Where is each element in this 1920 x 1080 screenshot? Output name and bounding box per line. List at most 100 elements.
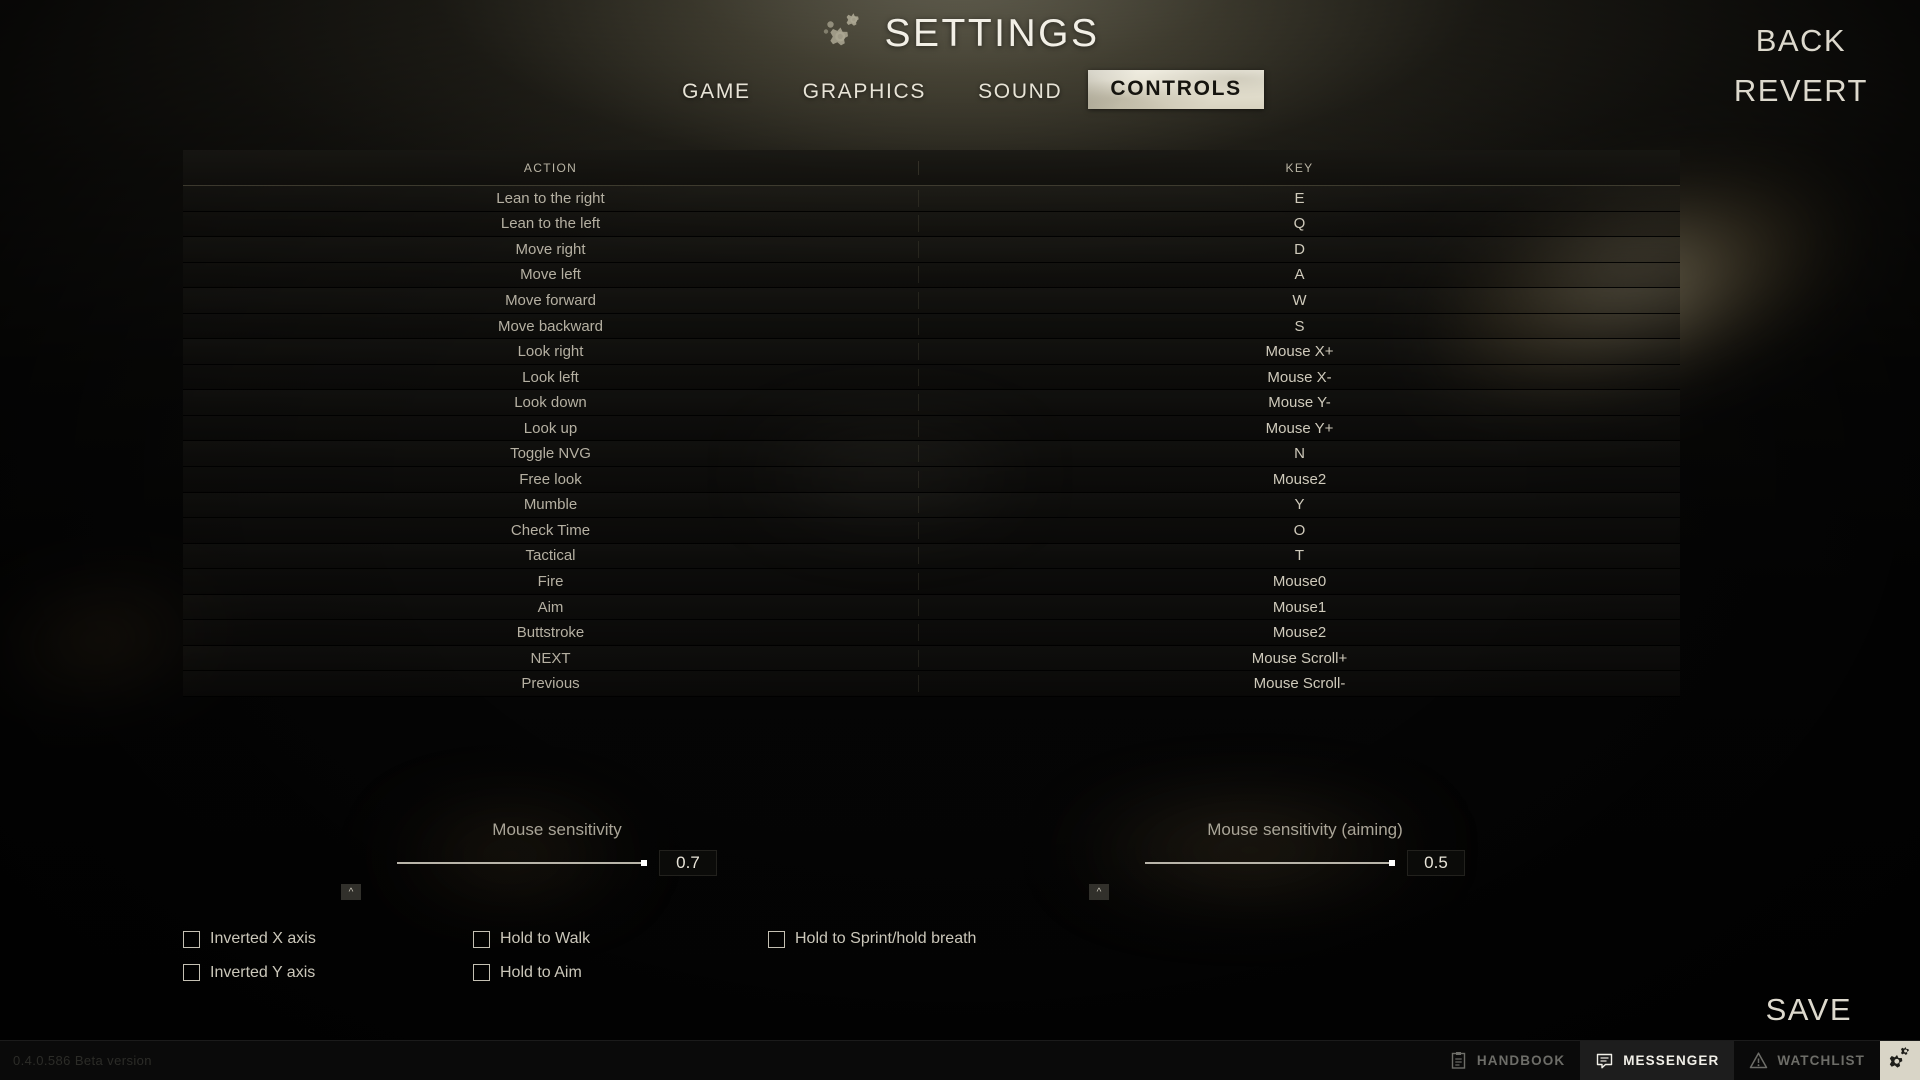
checkbox-hold-to-sprint[interactable]: Hold to Sprint/hold breath — [768, 930, 976, 948]
keybind-key-cell[interactable]: E — [918, 189, 1680, 207]
table-row[interactable]: Lean to the right E — [183, 186, 1680, 212]
taskbar-settings-button[interactable] — [1880, 1040, 1920, 1080]
checkbox-label: Hold to Aim — [500, 963, 582, 981]
slider-value-mouse-sensitivity[interactable]: 0.7 — [659, 850, 717, 876]
table-row[interactable]: Toggle NVG N — [183, 441, 1680, 468]
keybind-action-cell: Toggle NVG — [510, 445, 591, 463]
keybind-action-cell: Look left — [522, 368, 579, 386]
gears-icon — [820, 11, 868, 57]
table-row[interactable]: Look right Mouse X+ — [183, 339, 1680, 365]
page-title: SETTINGS — [884, 12, 1100, 55]
keybind-action-cell: Free look — [519, 470, 582, 488]
slider-track-mouse-sensitivity-aiming[interactable] — [1145, 860, 1395, 866]
checkbox-label: Hold to Sprint/hold breath — [795, 930, 977, 947]
keybind-key-cell[interactable]: Y — [918, 496, 1680, 514]
taskbar-item-messenger[interactable]: MESSENGER — [1580, 1040, 1735, 1080]
checkbox-inverted-x-axis[interactable]: Inverted X axis — [183, 930, 316, 948]
sensitivity-sliders: Mouse sensitivity 0.7 ^ Mouse sensitivit… — [183, 820, 1680, 900]
keybind-action-cell: Look down — [514, 394, 587, 412]
slider-caret-mouse-sensitivity[interactable]: ^ — [341, 884, 361, 900]
checkbox-inverted-y-axis[interactable]: Inverted Y axis — [183, 964, 315, 982]
tab-controls[interactable]: CONTROLS — [1088, 70, 1263, 109]
table-row[interactable]: NEXT Mouse Scroll+ — [183, 645, 1680, 672]
keybind-key-cell[interactable]: Mouse0 — [918, 572, 1680, 590]
keybind-key-cell[interactable]: Mouse2 — [918, 624, 1680, 642]
table-row[interactable]: Buttstroke Mouse2 — [183, 620, 1680, 646]
keybind-key-cell[interactable]: D — [918, 240, 1680, 258]
table-row[interactable]: Previous Mouse Scroll- — [183, 671, 1680, 697]
title-row: SETTINGS — [0, 6, 1920, 62]
table-row[interactable]: Aim Mouse1 — [183, 594, 1680, 621]
slider-row-mouse-sensitivity-aiming: 0.5 — [931, 850, 1679, 876]
keybind-key-cell[interactable]: Mouse X- — [918, 368, 1680, 386]
taskbar-item-handbook[interactable]: HANDBOOK — [1434, 1041, 1580, 1080]
table-row[interactable]: Move backward S — [183, 313, 1680, 340]
slider-knob-mouse-sensitivity[interactable] — [641, 860, 647, 866]
table-row[interactable]: Fire Mouse0 — [183, 569, 1680, 595]
checkbox-label: Inverted Y axis — [210, 963, 316, 981]
tab-graphics[interactable]: GRAPHICS — [777, 74, 952, 110]
checkbox-box-icon — [183, 930, 200, 948]
table-row[interactable]: Mumble Y — [183, 492, 1680, 519]
slider-group-mouse-sensitivity: Mouse sensitivity 0.7 ^ — [183, 820, 931, 900]
table-body[interactable]: Lean to the right E Lean to the left Q Move … — [183, 186, 1680, 697]
table-row[interactable]: Move left A — [183, 262, 1680, 289]
checkbox-row-2: Inverted Y axis Hold to Aim — [183, 964, 1083, 987]
keybind-key-cell[interactable]: Mouse2 — [918, 470, 1680, 488]
keybind-action-cell: Lean to the left — [500, 215, 601, 233]
settings-tabs: GAME GRAPHICS SOUND CONTROLS — [0, 72, 1920, 111]
table-row[interactable]: Move forward W — [183, 288, 1680, 314]
warning-triangle-icon — [1749, 1051, 1768, 1070]
keybind-action-cell: Lean to the right — [496, 189, 605, 207]
keybind-key-cell[interactable]: Mouse Y- — [918, 394, 1680, 412]
table-row[interactable]: Check Time O — [183, 518, 1680, 544]
keybind-key-cell[interactable]: Mouse X+ — [918, 343, 1680, 361]
table-row[interactable]: Move right D — [183, 237, 1680, 263]
checkbox-hold-to-aim[interactable]: Hold to Aim — [473, 964, 582, 982]
checkbox-row-1: Inverted X axis Hold to Walk Hold to Spr… — [183, 930, 1083, 953]
control-options: Inverted X axis Hold to Walk Hold to Spr… — [183, 930, 1083, 997]
table-row[interactable]: Look left Mouse X- — [183, 364, 1680, 391]
slider-caret-mouse-sensitivity-aiming[interactable]: ^ — [1089, 884, 1109, 900]
keybind-key-cell[interactable]: Mouse Scroll- — [918, 675, 1680, 693]
tab-game[interactable]: GAME — [656, 74, 777, 110]
checkbox-box-icon — [768, 930, 785, 948]
keybind-key-cell[interactable]: W — [918, 291, 1680, 309]
keybind-key-cell[interactable]: Mouse Scroll+ — [918, 649, 1680, 667]
keybind-key-cell[interactable]: Q — [918, 215, 1680, 233]
slider-track-mouse-sensitivity[interactable] — [397, 860, 647, 866]
keybind-key-cell[interactable]: T — [918, 547, 1680, 565]
keybind-key-cell[interactable]: N — [918, 445, 1680, 463]
table-row[interactable]: Tactical T — [183, 543, 1680, 570]
keybind-action-cell: NEXT — [530, 649, 571, 667]
keybind-key-cell[interactable]: A — [918, 266, 1680, 284]
slider-value-mouse-sensitivity-aiming[interactable]: 0.5 — [1407, 850, 1465, 876]
revert-button[interactable]: REVERT — [1734, 66, 1868, 116]
bottom-bar: 0.4.0.586 Beta version HANDBOOK MESSENGE… — [0, 1040, 1920, 1080]
keybind-action-cell: Buttstroke — [516, 624, 585, 642]
keybind-key-cell[interactable]: O — [918, 521, 1680, 539]
slider-label-mouse-sensitivity-aiming: Mouse sensitivity (aiming) — [1207, 820, 1403, 839]
slider-knob-mouse-sensitivity-aiming[interactable] — [1389, 860, 1395, 866]
keybind-action-cell: Tactical — [525, 547, 576, 565]
taskbar-label: MESSENGER — [1623, 1053, 1720, 1068]
keybind-key-cell[interactable]: Mouse Y+ — [918, 419, 1680, 437]
save-button[interactable]: SAVE — [1766, 992, 1852, 1028]
back-button[interactable]: BACK — [1734, 16, 1868, 66]
checkbox-box-icon — [183, 964, 200, 981]
slider-group-mouse-sensitivity-aiming: Mouse sensitivity (aiming) 0.5 ^ — [931, 820, 1679, 900]
table-row[interactable]: Look down Mouse Y- — [183, 390, 1680, 416]
tab-sound[interactable]: SOUND — [952, 74, 1088, 110]
table-row[interactable]: Look up Mouse Y+ — [183, 415, 1680, 442]
keybind-key-cell[interactable]: Mouse1 — [918, 598, 1680, 616]
keybind-action-cell: Check Time — [510, 521, 591, 539]
keybind-key-cell[interactable]: S — [918, 317, 1680, 335]
table-row[interactable]: Lean to the left Q — [183, 211, 1680, 238]
column-header-key: KEY — [918, 160, 1680, 175]
taskbar-label: WATCHLIST — [1777, 1053, 1865, 1068]
taskbar-item-watchlist[interactable]: WATCHLIST — [1734, 1041, 1880, 1080]
table-row[interactable]: Free look Mouse2 — [183, 467, 1680, 493]
keybind-action-cell: Previous — [521, 675, 580, 693]
keybind-action-cell: Move left — [520, 266, 581, 284]
checkbox-hold-to-walk[interactable]: Hold to Walk — [473, 930, 590, 948]
